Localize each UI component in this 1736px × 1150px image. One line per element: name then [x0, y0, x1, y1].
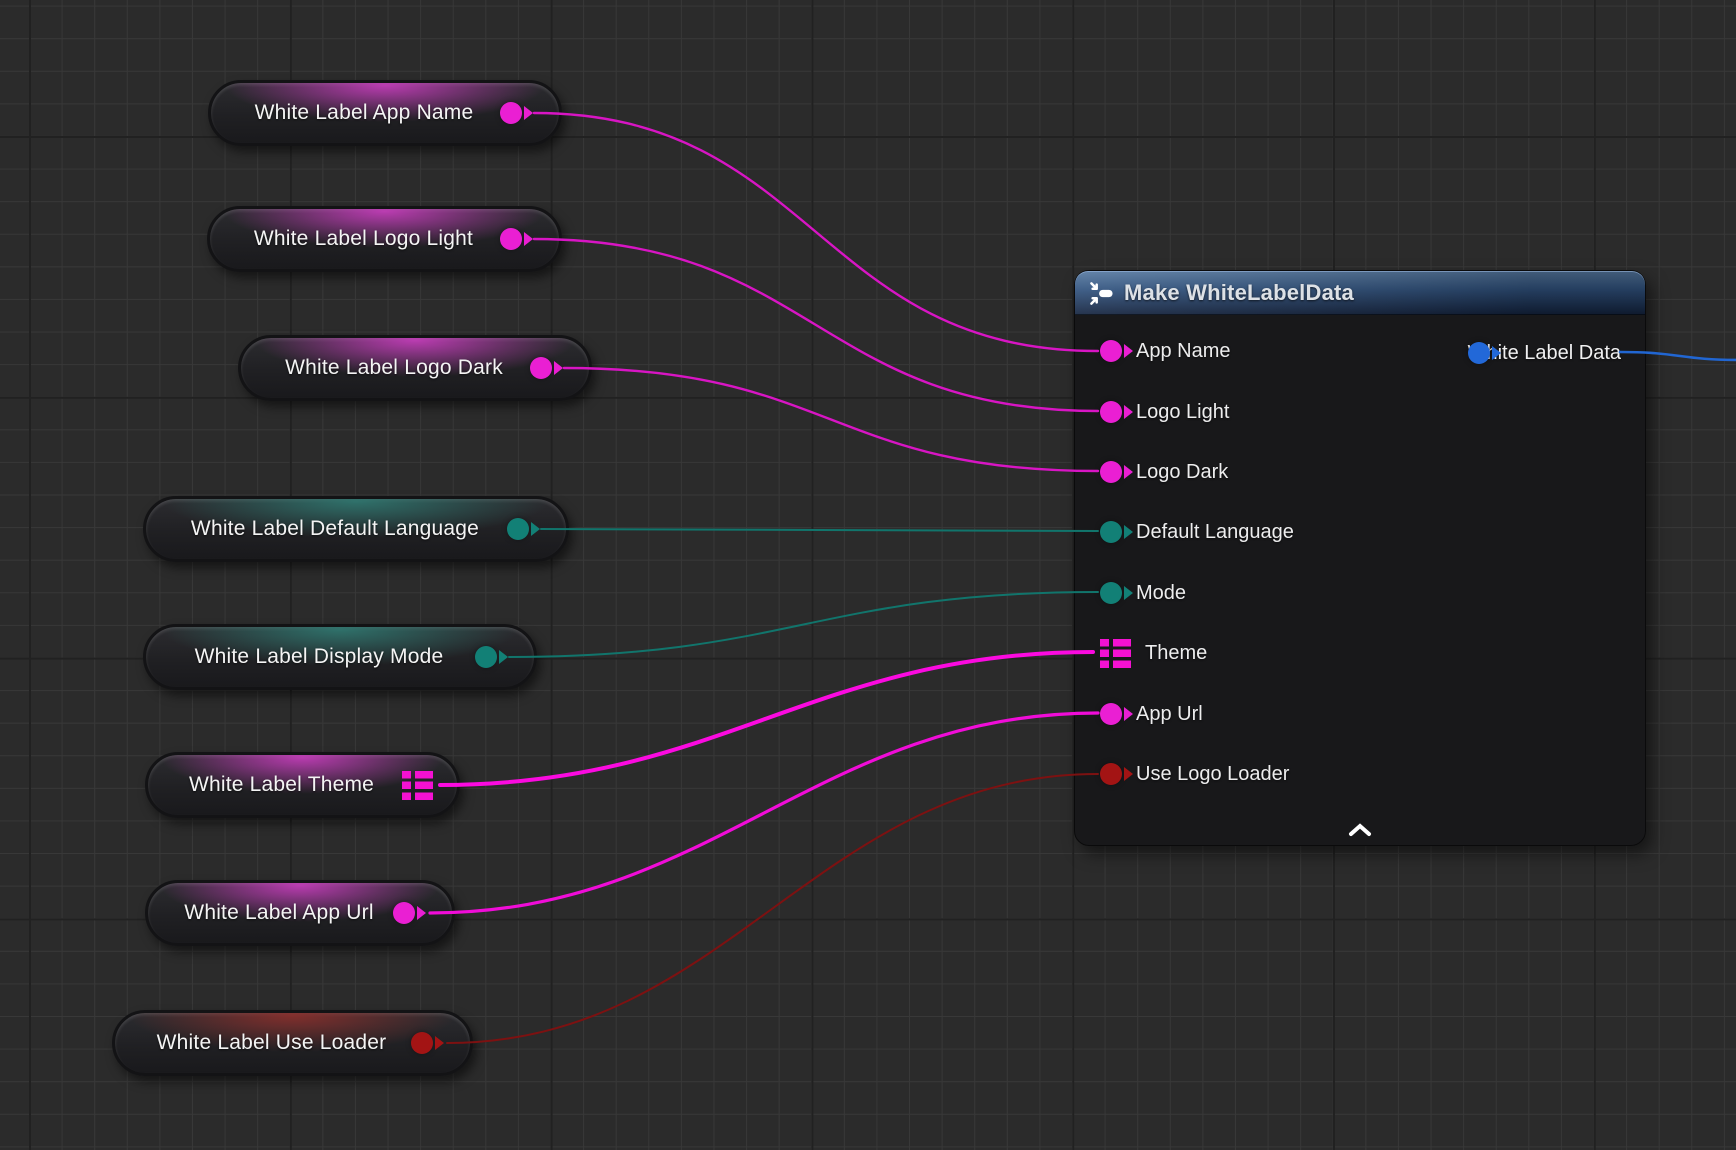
variable-getter-node-white-label-app-name[interactable]: White Label App Name [208, 80, 562, 146]
input-row-logo-dark: Logo Dark [1100, 457, 1228, 487]
output-row-white-label-data: White Label Data [1468, 338, 1621, 368]
variable-getter-node-white-label-app-url[interactable]: White Label App Url [145, 880, 455, 946]
wire-5[interactable] [440, 652, 1093, 785]
input-row-default-language: Default Language [1100, 517, 1294, 547]
output-pin-label: White Label Data [1468, 342, 1621, 365]
make-node-header[interactable]: Make WhiteLabelData [1075, 271, 1645, 315]
variable-getter-node-white-label-logo-light[interactable]: White Label Logo Light [207, 206, 562, 272]
wire-4[interactable] [509, 592, 1098, 657]
variable-getter-node-white-label-use-loader[interactable]: White Label Use Loader [112, 1010, 473, 1076]
blueprint-graph-canvas[interactable]: White Label App Name White Label Logo Lig… [0, 0, 1736, 1150]
white-label-display-mode-output-pin[interactable] [475, 646, 497, 668]
input-logo-dark-pin[interactable] [1100, 461, 1122, 483]
wire-0[interactable] [534, 113, 1098, 351]
white-label-logo-dark-output-pin[interactable] [530, 357, 552, 379]
input-mode-pin[interactable] [1100, 582, 1122, 604]
input-row-app-name: App Name [1100, 336, 1231, 366]
input-app-name-pin[interactable] [1100, 340, 1122, 362]
make-node-title: Make WhiteLabelData [1124, 280, 1354, 306]
input-default-language-pin[interactable] [1100, 521, 1122, 543]
output-pin-white-label-data[interactable] [1468, 342, 1490, 364]
wire-7[interactable] [447, 774, 1098, 1043]
chevron-up-icon [1347, 823, 1373, 837]
input-pin-label: Logo Dark [1136, 461, 1228, 484]
white-label-use-loader-output-pin[interactable] [411, 1032, 433, 1054]
input-logo-light-pin[interactable] [1100, 401, 1122, 423]
collapse-node-button[interactable] [1342, 821, 1378, 839]
node-make-whitelabeldata[interactable]: Make WhiteLabelData App Name Logo Light Lo… [1074, 270, 1646, 846]
make-struct-icon [1089, 281, 1114, 306]
variable-getter-node-white-label-display-mode[interactable]: White Label Display Mode [143, 624, 537, 690]
input-pin-label: Logo Light [1136, 401, 1229, 424]
input-row-mode: Mode [1100, 578, 1186, 608]
input-row-theme: Theme [1100, 638, 1207, 668]
input-pin-label: App Url [1136, 703, 1203, 726]
input-pin-label: Use Logo Loader [1136, 763, 1289, 786]
input-row-app-url: App Url [1100, 699, 1203, 729]
wire-6[interactable] [430, 713, 1098, 913]
input-pin-label: Default Language [1136, 521, 1294, 544]
variable-getter-node-white-label-theme[interactable]: White Label Theme [145, 752, 460, 818]
white-label-app-name-output-pin[interactable] [500, 102, 522, 124]
input-pin-label: App Name [1136, 340, 1231, 363]
input-row-use-logo-loader: Use Logo Loader [1100, 759, 1289, 789]
input-pin-label: Mode [1136, 582, 1186, 605]
input-row-logo-light: Logo Light [1100, 397, 1229, 427]
variable-getter-node-white-label-logo-dark[interactable]: White Label Logo Dark [238, 335, 592, 401]
white-label-logo-light-output-pin[interactable] [500, 228, 522, 250]
white-label-app-url-output-pin[interactable] [393, 902, 415, 924]
input-pin-label: Theme [1145, 642, 1207, 665]
white-label-default-language-output-pin[interactable] [507, 518, 529, 540]
input-theme-struct-pin-icon[interactable] [1100, 639, 1131, 668]
wire-3[interactable] [541, 529, 1098, 531]
variable-getter-node-white-label-default-language[interactable]: White Label Default Language [143, 496, 569, 562]
wire-1[interactable] [534, 239, 1098, 411]
white-label-theme-output-struct-pin-icon[interactable] [402, 771, 433, 800]
input-app-url-pin[interactable] [1100, 703, 1122, 725]
wire-2[interactable] [564, 368, 1098, 471]
variable-getter-label: White Label Default Language [146, 517, 566, 541]
input-use-logo-loader-pin[interactable] [1100, 763, 1122, 785]
